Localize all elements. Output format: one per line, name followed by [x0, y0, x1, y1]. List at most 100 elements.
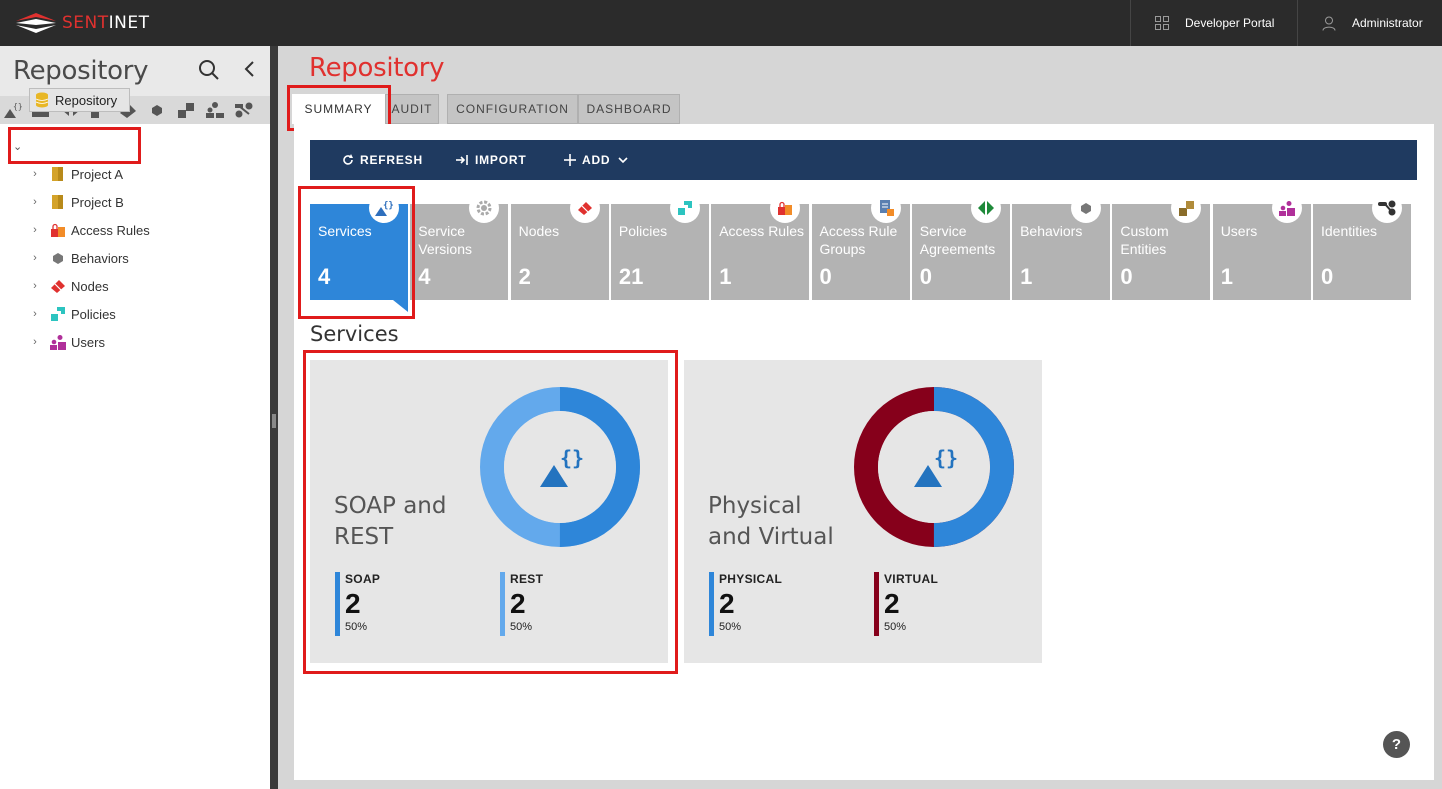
top-bar: SENTINET Developer Portal Administrator — [0, 0, 1442, 46]
refresh-button[interactable]: REFRESH — [342, 140, 423, 180]
splitter-grip[interactable] — [272, 414, 276, 428]
developer-portal-link[interactable]: Developer Portal — [1155, 0, 1274, 46]
behavior-icon — [1071, 193, 1102, 223]
tile-label: Nodes — [518, 223, 560, 239]
project-icon — [50, 166, 66, 182]
tile-access-rule-groups[interactable]: Access Rule Groups 0 — [811, 193, 910, 300]
refresh-icon — [343, 154, 353, 165]
expand-caret[interactable]: › — [28, 196, 42, 208]
user-name: Administrator — [1352, 16, 1423, 30]
expand-caret[interactable]: › — [28, 224, 42, 236]
svg-text:{}: {} — [934, 446, 958, 470]
tile-count: 1 — [719, 264, 732, 289]
tree-item[interactable]: › Nodes — [28, 275, 108, 297]
behavior-icon[interactable] — [148, 101, 168, 119]
tile-users[interactable]: Users 1 — [1212, 193, 1311, 300]
tile-label: Service Versions — [418, 223, 472, 257]
custom-entity-icon — [1171, 193, 1202, 223]
tree-item-label: Policies — [71, 306, 116, 322]
expand-caret[interactable]: › — [28, 280, 42, 292]
tile-nodes[interactable]: Nodes 2 — [510, 193, 609, 300]
users-icon — [50, 334, 66, 350]
tree-item[interactable]: › Project A — [28, 163, 123, 185]
tree-item-label: Behaviors — [71, 250, 129, 266]
tile-label: Access Rules — [719, 223, 804, 239]
tile-identities[interactable]: Identities 0 — [1313, 193, 1411, 300]
stat-label: VIRTUAL — [884, 572, 939, 586]
tile-policies[interactable]: Policies 21 — [610, 193, 709, 300]
plus-icon — [564, 154, 576, 166]
developer-portal-label: Developer Portal — [1185, 16, 1275, 30]
tile-count: 0 — [919, 264, 933, 289]
page-title: Repository — [309, 53, 445, 83]
expand-caret[interactable]: › — [28, 336, 42, 348]
tile-count: 0 — [1120, 264, 1133, 289]
tile-service-versions[interactable]: Service Versions 4 — [410, 193, 509, 300]
node-icon — [569, 193, 600, 223]
help-button[interactable]: ? — [1383, 731, 1410, 758]
expand-caret[interactable]: › — [28, 168, 42, 180]
users-icon[interactable] — [205, 101, 225, 119]
sentinet-logo[interactable]: SENTINET — [14, 9, 150, 37]
tile-count: 21 — [618, 264, 644, 289]
tile-label: Users — [1220, 223, 1258, 239]
database-icon — [35, 92, 49, 108]
users-icon — [1271, 193, 1302, 223]
tab-configuration[interactable]: CONFIGURATION — [447, 94, 578, 124]
policy-icon — [669, 193, 700, 223]
tile-behaviors[interactable]: Behaviors 1 — [1012, 193, 1111, 300]
tree-item[interactable]: › Project B — [28, 191, 124, 213]
stat-percent: 50% — [719, 621, 742, 633]
highlight-box — [298, 186, 415, 319]
tile-access-rules[interactable]: Access Rules 1 — [711, 193, 810, 300]
user-menu[interactable]: Administrator — [1322, 0, 1423, 46]
tile-service-agreements[interactable]: Service Agreements 0 — [911, 193, 1010, 300]
import-icon — [456, 155, 468, 165]
expand-caret[interactable]: › — [28, 308, 42, 320]
tree-item[interactable]: › Access Rules — [28, 219, 150, 241]
tab-dashboard[interactable]: DASHBOARD — [578, 94, 680, 124]
tree-item[interactable]: › Behaviors — [28, 247, 129, 269]
project-icon — [50, 194, 66, 210]
policy-icon — [50, 306, 66, 322]
summary-card[interactable]: {} Physical and Virtual PHYSICAL 2 50% VIRTUA… — [684, 360, 1042, 663]
expand-caret[interactable]: › — [28, 252, 42, 264]
grid-icon — [1155, 16, 1169, 30]
tree-item[interactable]: › Policies — [28, 303, 116, 325]
tab-audit[interactable]: AUDIT — [385, 94, 439, 124]
tile-label: Custom Entities — [1120, 223, 1169, 257]
tile-count: 0 — [1321, 264, 1334, 289]
custom-entity-icon[interactable] — [176, 101, 196, 119]
stat-bar — [874, 572, 879, 636]
user-icon — [1322, 16, 1336, 31]
service-agreement-icon — [970, 193, 1001, 223]
tree-item[interactable]: › Users — [28, 331, 105, 353]
stat-physical: PHYSICAL 2 50% — [709, 572, 782, 636]
identity-icon[interactable] — [234, 101, 254, 119]
stat-value: 2 — [884, 588, 900, 619]
import-button[interactable]: IMPORT — [455, 140, 526, 180]
svg-text:{}: {} — [13, 102, 23, 111]
tree-item-label: Access Rules — [71, 222, 150, 238]
stat-value: 2 — [719, 588, 735, 619]
donut-chart: {} — [854, 387, 1014, 547]
access-rule-icon — [50, 222, 66, 238]
node-icon — [50, 278, 66, 294]
stat-virtual: VIRTUAL 2 50% — [874, 572, 938, 636]
search-icon[interactable] — [198, 59, 220, 86]
tile-custom-entities[interactable]: Custom Entities 0 — [1112, 193, 1211, 300]
tile-count: 0 — [819, 264, 832, 289]
highlight-box — [8, 127, 141, 164]
logo-text-white: INET — [108, 13, 150, 33]
add-dropdown[interactable]: ADD — [564, 140, 628, 180]
tile-label: Behaviors — [1020, 223, 1083, 239]
service-icon[interactable]: {} — [3, 101, 23, 119]
tree-root-repository[interactable]: Repository — [29, 88, 130, 112]
collapse-pane-icon[interactable] — [242, 59, 256, 84]
tile-count: 4 — [418, 264, 431, 289]
refresh-label: REFRESH — [360, 153, 423, 167]
behavior-icon — [50, 250, 66, 266]
stat-label: PHYSICAL — [719, 572, 783, 586]
add-label: ADD — [582, 153, 611, 167]
access-rule-group-icon — [870, 193, 901, 223]
